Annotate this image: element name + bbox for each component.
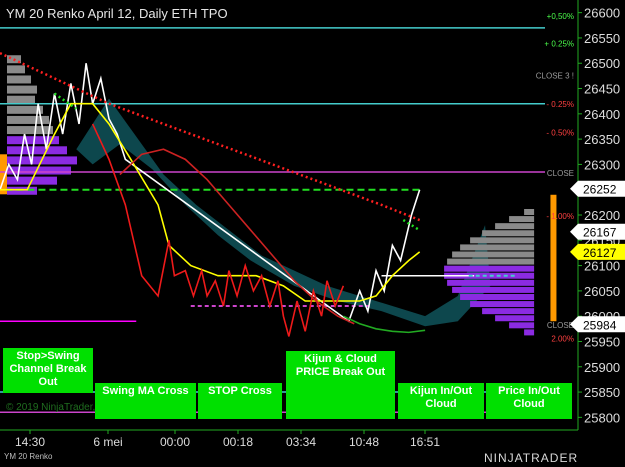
volume-profile-bar: [495, 315, 535, 322]
stop-swing-button[interactable]: Stop>Swing Channel Break Out: [3, 348, 93, 393]
x-tick-label: 14:30: [15, 435, 45, 449]
price-marker-label: 26252: [583, 183, 617, 197]
volume-profile-bar: [7, 186, 37, 195]
kijun-inout-button[interactable]: Kijun In/Out Cloud: [398, 383, 484, 419]
percent-label: +0,50%: [547, 12, 574, 21]
volume-profile-bar: [470, 237, 535, 244]
percent-label: CLOSE: [547, 169, 574, 178]
instrument-label: YM 20 Renko: [4, 452, 53, 461]
percent-label: 2.00%: [551, 334, 574, 343]
ninjatrader-logo: NINJATRADER: [484, 451, 579, 465]
volume-profile-bar: [524, 329, 535, 336]
percent-label: CLOSE 3 !: [536, 71, 574, 80]
volume-profile-bar: [7, 166, 71, 175]
x-tick-label: 00:18: [223, 435, 253, 449]
swing-ma-button[interactable]: Swing MA Cross: [95, 383, 196, 419]
volume-profile-bar: [444, 265, 535, 272]
y-tick-label: 25850: [584, 385, 620, 400]
y-tick-label: 25950: [584, 334, 620, 349]
volume-profile-bar: [7, 115, 49, 124]
volume-profile-bar: [447, 258, 535, 265]
volume-profile-bar: [482, 230, 535, 237]
stop-cross-button[interactable]: STOP Cross: [198, 383, 282, 419]
y-tick-label: 25800: [584, 410, 620, 425]
price-inout-button[interactable]: Price In/Out Cloud: [486, 383, 572, 419]
price-axis: 2660026550265002645026400263502630026250…: [577, 0, 620, 430]
percent-label: - 0.25%: [546, 100, 574, 109]
volume-profile-bar: [447, 279, 535, 286]
percent-label: - 1.00%: [546, 212, 574, 221]
volume-profile-bar: [460, 244, 535, 251]
volume-profile-bar: [460, 293, 535, 300]
price-marker-label: 26167: [583, 226, 617, 240]
chart-title: YM 20 Renko April 12, Daily ETH TPO: [6, 6, 228, 21]
volume-profile-bar: [7, 75, 31, 84]
volume-profile-bar: [7, 65, 25, 74]
volume-profile-bar: [7, 95, 35, 104]
y-tick-label: 26450: [584, 82, 620, 97]
y-tick-label: 26100: [584, 259, 620, 274]
price-marker-label: 26127: [583, 246, 617, 260]
y-tick-label: 26500: [584, 56, 620, 71]
y-tick-label: 25900: [584, 360, 620, 375]
volume-profile-bar: [452, 251, 535, 258]
y-tick-label: 26550: [584, 31, 620, 46]
volume-profile-bar: [509, 216, 535, 223]
price-marker-label: 25984: [583, 318, 617, 332]
x-tick-label: 00:00: [160, 435, 190, 449]
volume-profile-bar: [452, 286, 535, 293]
volume-profile-bar: [509, 322, 535, 329]
volume-profile-bar: [470, 301, 535, 308]
volume-profile-bar: [7, 126, 53, 135]
volume-profile-bar: [7, 85, 37, 94]
y-tick-label: 26350: [584, 132, 620, 147]
volume-profile-bar: [524, 209, 535, 215]
y-tick-label: 26200: [584, 208, 620, 223]
x-tick-label: 6 mei: [93, 435, 122, 449]
kijun-cloud-button[interactable]: Kijun & Cloud PRICE Break Out: [286, 351, 395, 419]
percent-label: + 0.25%: [544, 39, 574, 48]
percent-label: - 0.50%: [546, 129, 574, 138]
y-tick-label: 26300: [584, 157, 620, 172]
y-tick-label: 26400: [584, 107, 620, 122]
volume-profile-bar: [7, 146, 67, 155]
x-tick-label: 03:34: [286, 435, 316, 449]
percent-label: CLOSE: [547, 321, 574, 330]
x-tick-label: 16:51: [410, 435, 440, 449]
volume-profile-bar: [495, 223, 535, 230]
y-tick-label: 26600: [584, 6, 620, 21]
x-tick-label: 10:48: [349, 435, 379, 449]
y-tick-label: 26050: [584, 284, 620, 299]
volume-profile-bar: [482, 308, 535, 315]
